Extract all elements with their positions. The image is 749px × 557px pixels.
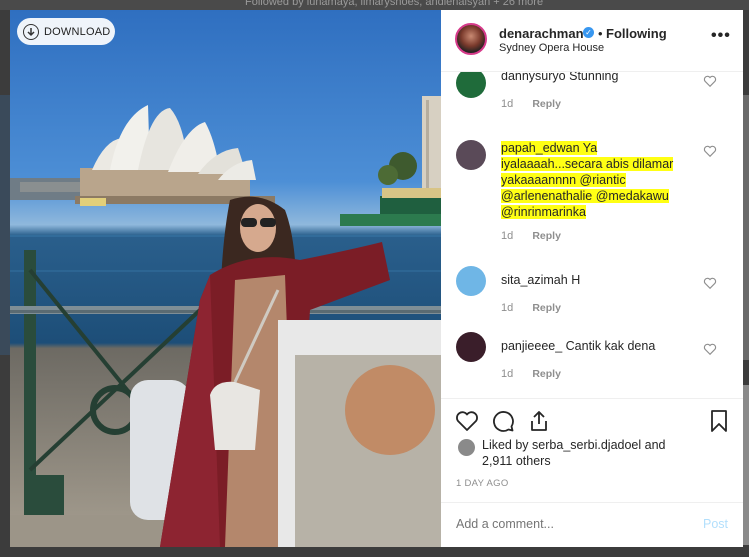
download-button[interactable]: DOWNLOAD: [17, 18, 115, 45]
comment-text: papah_edwan Ya iyalaaaah...secara abis d…: [501, 140, 681, 220]
heart-icon[interactable]: [703, 74, 717, 88]
post-author-username[interactable]: denarachman: [499, 26, 584, 41]
heart-icon[interactable]: [455, 409, 479, 433]
comment-meta: 1d Reply: [501, 98, 561, 110]
comment-text: panjieeee_ Cantik kak dena: [501, 338, 696, 354]
more-options-icon[interactable]: •••: [711, 27, 731, 45]
comment-item: sita_azimah H 1d Reply: [441, 262, 743, 322]
commenter-username[interactable]: panjieeee_: [501, 339, 562, 353]
post-timestamp: 1 DAY AGO: [456, 478, 509, 489]
background-tile: [0, 95, 10, 355]
post-photo[interactable]: [10, 10, 441, 547]
heart-icon[interactable]: [703, 276, 717, 290]
avatar[interactable]: [458, 439, 475, 456]
post-header: denarachman ✓ • Following Sydney Opera H…: [441, 10, 743, 72]
comment-text: dannysuryo Stunning: [501, 72, 696, 84]
comment-time: 1d: [501, 302, 514, 314]
comment-meta: 1d Reply: [501, 302, 561, 314]
comment-time: 1d: [501, 368, 514, 380]
comment-time: 1d: [501, 98, 514, 110]
comment-body: H: [571, 273, 581, 287]
verified-badge-icon: ✓: [583, 27, 594, 38]
likes-count-link[interactable]: 2,911 others: [482, 454, 551, 468]
commenter-username[interactable]: sita_azimah: [501, 273, 568, 287]
comment-body: Stunning: [569, 72, 619, 83]
liked-by-text: Liked by serba_serbi.djadoel and: [482, 438, 666, 452]
avatar[interactable]: [455, 23, 487, 55]
download-arrow-icon: [23, 23, 39, 40]
reply-button[interactable]: Reply: [532, 98, 561, 110]
post-location[interactable]: Sydney Opera House: [499, 42, 604, 54]
commenter-avatar[interactable]: [456, 72, 486, 98]
comment-meta: 1d Reply: [501, 230, 561, 242]
heart-icon[interactable]: [703, 342, 717, 356]
comment-icon[interactable]: [491, 409, 515, 433]
share-icon[interactable]: [527, 409, 551, 433]
comment-item: papah_edwan Ya iyalaaaah...secara abis d…: [441, 134, 743, 254]
commenter-username[interactable]: dannysuryo: [501, 72, 566, 83]
comment-meta: 1d Reply: [501, 368, 561, 380]
comment-time: 1d: [501, 230, 514, 242]
background-tile: [743, 385, 749, 545]
comment-body: Cantik kak dena: [565, 339, 656, 353]
followed-by-text: Followed by lunamaya, limaryshoes, andie…: [245, 0, 544, 8]
liked-by-username[interactable]: serba_serbi.djadoel: [532, 438, 641, 452]
commenter-avatar[interactable]: [456, 332, 486, 362]
comment-item: panjieeee_ Cantik kak dena 1d Reply: [441, 328, 743, 388]
add-comment-bar: Post: [441, 502, 743, 547]
liked-by-and: and: [644, 438, 666, 452]
commenter-username[interactable]: papah_edwan: [501, 141, 580, 155]
reply-button[interactable]: Reply: [532, 230, 561, 242]
download-label: DOWNLOAD: [44, 25, 111, 38]
separator-dot: •: [598, 26, 603, 41]
bookmark-icon[interactable]: [707, 409, 731, 433]
heart-icon[interactable]: [703, 144, 717, 158]
background-tile: [743, 95, 749, 360]
comment-text: sita_azimah H: [501, 272, 696, 288]
reply-button[interactable]: Reply: [532, 302, 561, 314]
comment-item: dannysuryo Stunning 1d Reply: [441, 72, 743, 120]
following-button[interactable]: Following: [606, 26, 667, 41]
post-comment-button[interactable]: Post: [703, 517, 728, 531]
commenter-avatar[interactable]: [456, 266, 486, 296]
comment-input[interactable]: [456, 517, 686, 531]
commenter-avatar[interactable]: [456, 140, 486, 170]
post-detail-panel: denarachman ✓ • Following Sydney Opera H…: [441, 10, 743, 547]
liked-by-prefix: Liked by: [482, 438, 529, 452]
comments-list[interactable]: dannysuryo Stunning 1d Reply papah_edwan…: [441, 72, 743, 398]
reply-button[interactable]: Reply: [532, 368, 561, 380]
